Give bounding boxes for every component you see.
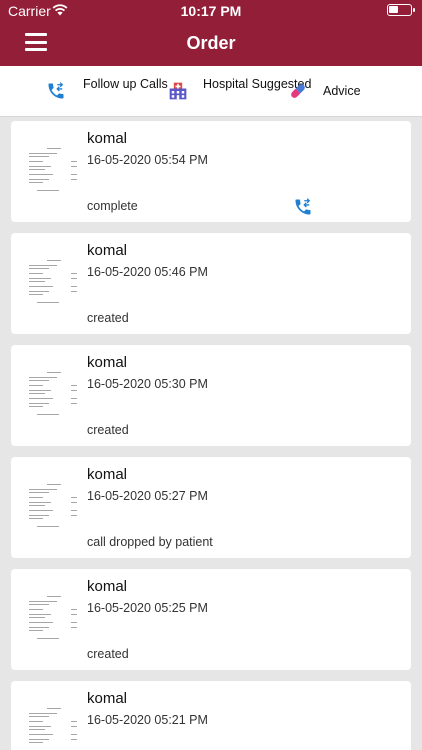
phone-callback-icon[interactable] — [293, 197, 313, 217]
order-card[interactable]: komal 16-05-2020 05:46 PM created — [11, 233, 411, 334]
clock: 10:17 PM — [180, 3, 242, 19]
tab-hospital-suggested[interactable]: Hospital Suggested — [166, 66, 311, 117]
prescription-thumbnail — [25, 371, 82, 419]
order-date: 16-05-2020 05:54 PM — [87, 153, 208, 167]
order-patient-name: komal — [87, 690, 128, 707]
order-patient-name: komal — [87, 466, 128, 483]
order-status: call dropped by patient — [87, 535, 213, 549]
order-status: created — [87, 311, 129, 325]
phone-callback-icon — [48, 82, 64, 99]
order-status: created — [87, 423, 129, 437]
order-patient-name: komal — [87, 242, 128, 259]
hospital-icon — [169, 82, 187, 100]
status-bar: Carrier 10:17 PM — [0, 0, 422, 22]
prescription-thumbnail — [25, 483, 82, 531]
prescription-thumbnail — [25, 259, 82, 307]
order-list[interactable]: komal 16-05-2020 05:54 PM complete komal… — [0, 117, 422, 750]
order-date: 16-05-2020 05:27 PM — [87, 489, 208, 503]
order-card[interactable]: komal 16-05-2020 05:25 PM created — [11, 569, 411, 670]
order-date: 16-05-2020 05:30 PM — [87, 377, 208, 391]
page-title: Order — [186, 33, 236, 53]
battery-icon — [387, 4, 415, 16]
order-date: 16-05-2020 05:46 PM — [87, 265, 208, 279]
prescription-thumbnail — [25, 147, 82, 195]
order-status: complete — [87, 199, 138, 213]
order-patient-name: komal — [87, 578, 128, 595]
tab-bar: Follow up Calls Hospital Suggested Advic… — [0, 66, 422, 117]
order-card[interactable]: komal 16-05-2020 05:27 PM call dropped b… — [11, 457, 411, 558]
order-card[interactable]: komal 16-05-2020 05:21 PM — [11, 681, 411, 750]
prescription-thumbnail — [25, 707, 82, 750]
tab-follow-up-calls-label: Follow up Calls — [83, 77, 168, 91]
order-date: 16-05-2020 05:21 PM — [87, 713, 208, 727]
tab-advice[interactable]: Advice — [286, 66, 386, 117]
tab-follow-up-calls[interactable]: Follow up Calls — [46, 66, 168, 117]
app-header: Carrier 10:17 PM Order — [0, 0, 422, 66]
order-patient-name: komal — [87, 130, 128, 147]
order-card[interactable]: komal 16-05-2020 05:30 PM created — [11, 345, 411, 446]
order-status: created — [87, 647, 129, 661]
pill-icon — [291, 84, 305, 98]
tab-advice-label: Advice — [323, 84, 361, 98]
order-patient-name: komal — [87, 354, 128, 371]
order-card[interactable]: komal 16-05-2020 05:54 PM complete — [11, 121, 411, 222]
order-date: 16-05-2020 05:25 PM — [87, 601, 208, 615]
prescription-thumbnail — [25, 595, 82, 643]
